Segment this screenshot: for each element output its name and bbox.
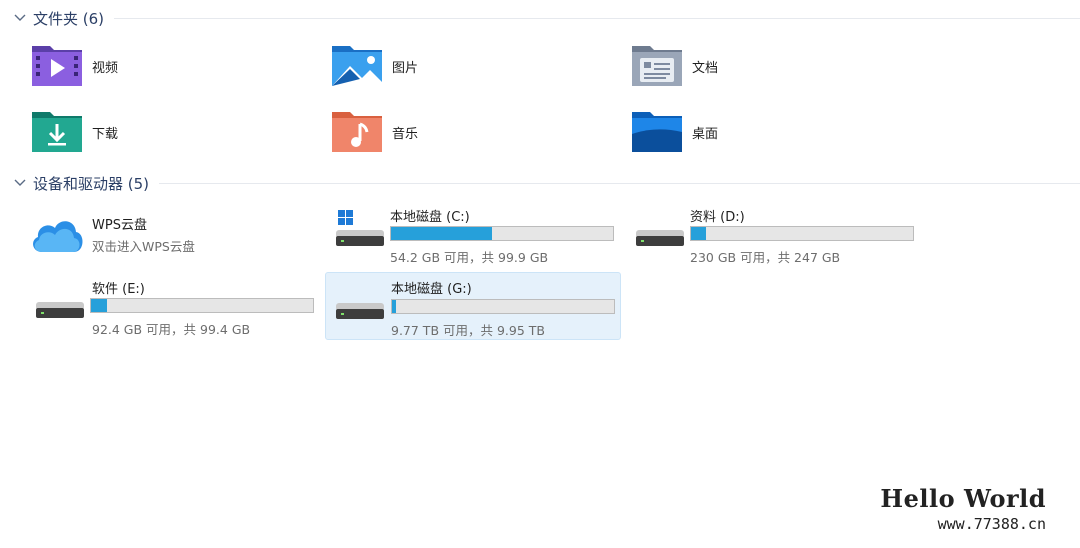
drive-info: 230 GB 可用，共 247 GB [690,250,841,265]
folder-label: 桌面 [692,126,719,142]
section-title: 文件夹 (6) [33,9,105,28]
drive-usage-bar [690,226,914,241]
folder-label: 视频 [92,60,119,76]
drive-g[interactable]: 本地磁盘 (G:) 9.77 TB 可用，共 9.95 TB [325,272,621,340]
drive-info: 92.4 GB 可用，共 99.4 GB [92,322,251,337]
folder-label: 文档 [692,60,719,76]
windows-drive-icon [332,208,386,252]
drive-name: WPS云盘 [92,218,147,233]
folder-documents[interactable]: 文档 [630,42,718,90]
drive-usage-fill [691,227,707,240]
section-divider [114,17,1080,19]
downloads-folder-icon [30,108,84,156]
section-title: 设备和驱动器 (5) [33,174,150,193]
drive-usage-bar [390,226,614,241]
wps-cloud-drive[interactable]: WPS云盘 双击进入WPS云盘 [26,204,316,264]
folder-videos[interactable]: 视频 [30,42,118,90]
pictures-folder-icon [330,42,384,90]
drive-info: 9.77 TB 可用，共 9.95 TB [391,323,545,338]
chevron-down-icon[interactable] [13,11,27,25]
drive-d[interactable]: 资料 (D:) 230 GB 可用，共 247 GB [626,202,920,266]
drive-usage-bar [90,298,314,313]
watermark-title: Hello World [880,484,1046,513]
drive-usage-fill [391,227,493,240]
cloud-icon [28,212,86,256]
videos-folder-icon [30,42,84,90]
hard-drive-icon [632,208,686,252]
hard-drive-icon [332,281,386,325]
watermark: Hello World www.77388.cn [880,484,1046,533]
section-divider [159,182,1080,184]
drive-name: 软件 (E:) [92,282,145,297]
documents-folder-icon [630,42,684,90]
folder-music[interactable]: 音乐 [330,108,418,156]
folder-pictures[interactable]: 图片 [330,42,418,90]
drive-c[interactable]: 本地磁盘 (C:) 54.2 GB 可用，共 99.9 GB [326,202,620,266]
music-folder-icon [330,108,384,156]
drive-e[interactable]: 软件 (E:) 92.4 GB 可用，共 99.4 GB [26,274,320,338]
drive-usage-fill [91,299,107,312]
hard-drive-icon [32,280,86,324]
drive-usage-bar [391,299,615,314]
drive-usage-fill [392,300,396,313]
drive-name: 本地磁盘 (C:) [390,210,470,225]
folder-label: 下载 [92,126,119,142]
desktop-folder-icon [630,108,684,156]
folder-label: 图片 [392,60,419,76]
watermark-url: www.77388.cn [937,515,1046,533]
drive-subtitle: 双击进入WPS云盘 [92,239,195,254]
drive-info: 54.2 GB 可用，共 99.9 GB [390,250,549,265]
folder-downloads[interactable]: 下载 [30,108,118,156]
drive-name: 资料 (D:) [690,210,745,225]
folder-desktop[interactable]: 桌面 [630,108,718,156]
chevron-down-icon[interactable] [13,176,27,190]
folders-section-header[interactable]: 文件夹 (6) [0,6,1080,30]
devices-section-header[interactable]: 设备和驱动器 (5) [0,171,1080,195]
drive-name: 本地磁盘 (G:) [391,282,472,297]
folder-label: 音乐 [392,126,419,142]
